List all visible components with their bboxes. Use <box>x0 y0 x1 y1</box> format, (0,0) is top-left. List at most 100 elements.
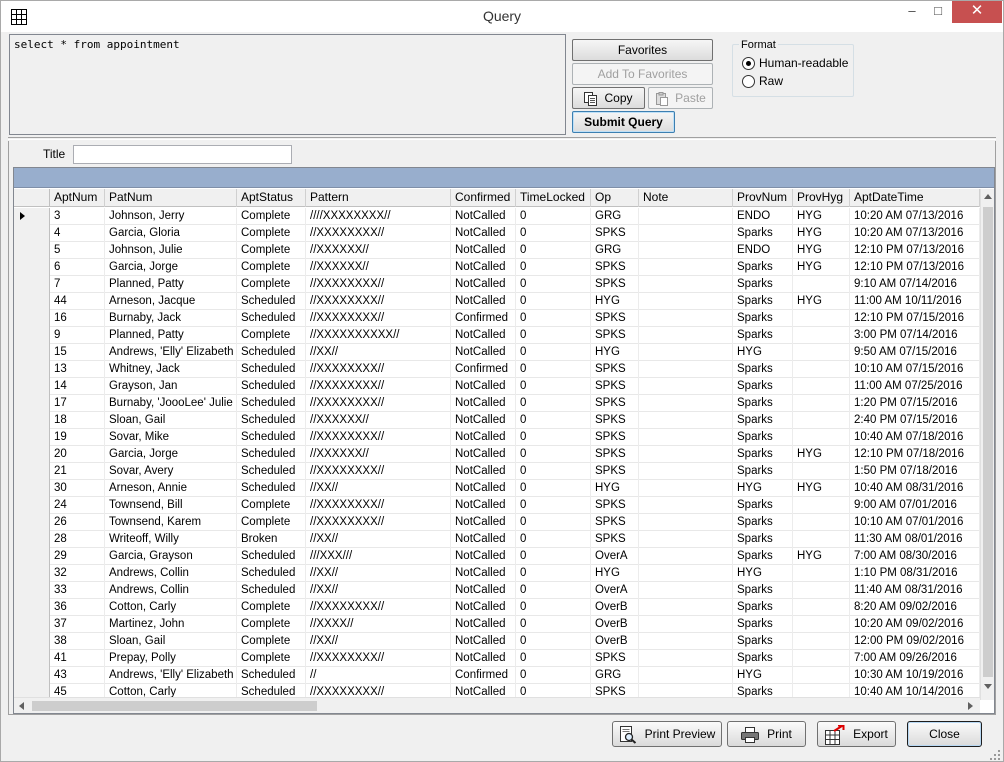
maximize-button[interactable]: □ <box>925 1 951 23</box>
paste-button[interactable]: Paste <box>648 87 713 109</box>
row-header[interactable] <box>14 446 50 463</box>
scroll-left-icon[interactable] <box>19 702 24 710</box>
submit-query-button[interactable]: Submit Query <box>572 111 675 133</box>
column-header-provhyg[interactable]: ProvHyg <box>793 189 850 207</box>
radio-raw[interactable]: Raw <box>742 74 783 90</box>
print-preview-button[interactable]: Print Preview <box>612 721 722 747</box>
table-row[interactable]: 20 Garcia, Jorge Scheduled//XXXXXX//NotCal… <box>14 446 980 463</box>
radio-human-readable[interactable]: Human-readable <box>742 56 848 72</box>
cell-provhyg <box>793 599 850 616</box>
table-row[interactable]: 4 Garcia, Gloria Complete//XXXXXXXX//NotCa… <box>14 225 980 242</box>
scroll-right-icon[interactable] <box>968 702 973 710</box>
column-header-aptnum[interactable]: AptNum <box>50 189 105 207</box>
export-button[interactable]: Export <box>817 721 896 747</box>
close-window-button[interactable]: ✕ <box>952 1 1002 23</box>
row-header[interactable] <box>14 344 50 361</box>
row-header[interactable] <box>14 310 50 327</box>
row-header[interactable] <box>14 242 50 259</box>
column-header-aptdatetime[interactable]: AptDateTime <box>850 189 980 207</box>
cell-patnum: Cotton, Carly <box>105 599 237 616</box>
row-header[interactable] <box>14 565 50 582</box>
table-row[interactable]: 14 Grayson, Jan Scheduled//XXXXXXXX//NotCa… <box>14 378 980 395</box>
cell-pattern: //XXXXXXXXXX// <box>306 327 451 344</box>
table-row[interactable]: 36 Cotton, Carly Complete//XXXXXXXX//NotCa… <box>14 599 980 616</box>
table-row[interactable]: 19 Sovar, Mike Scheduled//XXXXXXXX//NotCal… <box>14 429 980 446</box>
table-row[interactable]: 17 Burnaby, 'JoooLee' Julie Scheduled//XXX… <box>14 395 980 412</box>
table-row[interactable]: 15 Andrews, 'Elly' Elizabeth Scheduled//XX… <box>14 344 980 361</box>
row-header[interactable] <box>14 276 50 293</box>
splitter[interactable] <box>8 137 996 140</box>
table-row[interactable]: 6 Garcia, Jorge Complete//XXXXXX//NotCalle… <box>14 259 980 276</box>
column-header-note[interactable]: Note <box>639 189 733 207</box>
title-input[interactable] <box>73 145 292 164</box>
table-row[interactable]: 3 Johnson, Jerry Complete////XXXXXXXX//Not… <box>14 208 980 225</box>
vertical-scroll-thumb[interactable] <box>983 207 993 677</box>
row-header[interactable] <box>14 208 50 225</box>
table-row[interactable]: 26 Townsend, Karem Complete//XXXXXXXX//Not… <box>14 514 980 531</box>
column-header-confirmed[interactable]: Confirmed <box>451 189 516 207</box>
row-header[interactable] <box>14 667 50 684</box>
scroll-up-icon[interactable] <box>984 194 992 199</box>
query-textarea[interactable]: select * from appointment <box>9 34 566 135</box>
print-button[interactable]: Print <box>727 721 806 747</box>
row-header[interactable] <box>14 582 50 599</box>
copy-button[interactable]: Copy <box>572 87 645 109</box>
scroll-down-icon[interactable] <box>984 684 992 689</box>
table-row[interactable]: 30 Arneson, Annie Scheduled//XX//NotCalled… <box>14 480 980 497</box>
add-to-favorites-button[interactable]: Add To Favorites <box>572 63 713 85</box>
row-header[interactable] <box>14 225 50 242</box>
row-header[interactable] <box>14 293 50 310</box>
cell-aptnum: 44 <box>50 293 105 310</box>
table-row[interactable]: 7 Planned, Patty Complete//XXXXXXXX//NotCa… <box>14 276 980 293</box>
row-header[interactable] <box>14 633 50 650</box>
row-header[interactable] <box>14 497 50 514</box>
column-header-provnum[interactable]: ProvNum <box>733 189 793 207</box>
table-row[interactable]: 24 Townsend, Bill Complete//XXXXXXXX//NotC… <box>14 497 980 514</box>
row-header[interactable] <box>14 259 50 276</box>
horizontal-scroll-thumb[interactable] <box>32 701 317 711</box>
row-header[interactable] <box>14 327 50 344</box>
close-button[interactable]: Close <box>907 721 982 747</box>
horizontal-scrollbar[interactable] <box>14 697 980 713</box>
row-header[interactable] <box>14 650 50 667</box>
table-row[interactable]: 37 Martinez, John Complete//XXXX//NotCalle… <box>14 616 980 633</box>
table-row[interactable]: 29 Garcia, Grayson Scheduled///XXX///NotCa… <box>14 548 980 565</box>
row-header[interactable] <box>14 531 50 548</box>
resize-grip-icon[interactable] <box>989 749 1001 761</box>
table-row[interactable]: 21 Sovar, Avery Scheduled//XXXXXXXX//NotCa… <box>14 463 980 480</box>
row-header[interactable] <box>14 514 50 531</box>
table-row[interactable]: 28 Writeoff, Willy Broken//XX//NotCalled 0 S… <box>14 531 980 548</box>
cell-confirmed: Confirmed <box>451 310 516 327</box>
row-header[interactable] <box>14 429 50 446</box>
row-header[interactable] <box>14 378 50 395</box>
row-header[interactable] <box>14 463 50 480</box>
row-header[interactable] <box>14 480 50 497</box>
table-row[interactable]: 33 Andrews, Collin Scheduled//XX//NotCalle… <box>14 582 980 599</box>
table-row[interactable]: 41 Prepay, Polly Complete//XXXXXXXX//NotCa… <box>14 650 980 667</box>
row-header[interactable] <box>14 361 50 378</box>
cell-aptnum: 26 <box>50 514 105 531</box>
column-header-pattern[interactable]: Pattern <box>306 189 451 207</box>
row-header[interactable] <box>14 616 50 633</box>
row-header[interactable] <box>14 412 50 429</box>
table-row[interactable]: 18 Sloan, Gail Scheduled//XXXXXX//NotCalle… <box>14 412 980 429</box>
row-header[interactable] <box>14 548 50 565</box>
table-row[interactable]: 16 Burnaby, Jack Scheduled//XXXXXXXX//Conf… <box>14 310 980 327</box>
row-header[interactable] <box>14 599 50 616</box>
row-header[interactable] <box>14 395 50 412</box>
vertical-scrollbar[interactable] <box>980 189 994 700</box>
paste-icon <box>656 91 669 106</box>
table-row[interactable]: 13 Whitney, Jack Scheduled//XXXXXXXX//Conf… <box>14 361 980 378</box>
table-row[interactable]: 38 Sloan, Gail Complete//XX//NotCalled 0 Ove… <box>14 633 980 650</box>
favorites-button[interactable]: Favorites <box>572 39 713 61</box>
table-row[interactable]: 32 Andrews, Collin Scheduled//XX//NotCalle… <box>14 565 980 582</box>
minimize-button[interactable]: ‒ <box>899 1 925 23</box>
table-row[interactable]: 9 Planned, Patty Complete//XXXXXXXXXX//Not… <box>14 327 980 344</box>
table-row[interactable]: 43 Andrews, 'Elly' Elizabeth Scheduled//Co… <box>14 667 980 684</box>
column-header-timelocked[interactable]: TimeLocked <box>516 189 591 207</box>
table-row[interactable]: 5 Johnson, Julie Complete//XXXXXX//NotCall… <box>14 242 980 259</box>
table-row[interactable]: 44 Arneson, Jacque Scheduled//XXXXXXXX//No… <box>14 293 980 310</box>
column-header-patnum[interactable]: PatNum <box>105 189 237 207</box>
column-header-op[interactable]: Op <box>591 189 639 207</box>
column-header-aptstatus[interactable]: AptStatus <box>237 189 306 207</box>
